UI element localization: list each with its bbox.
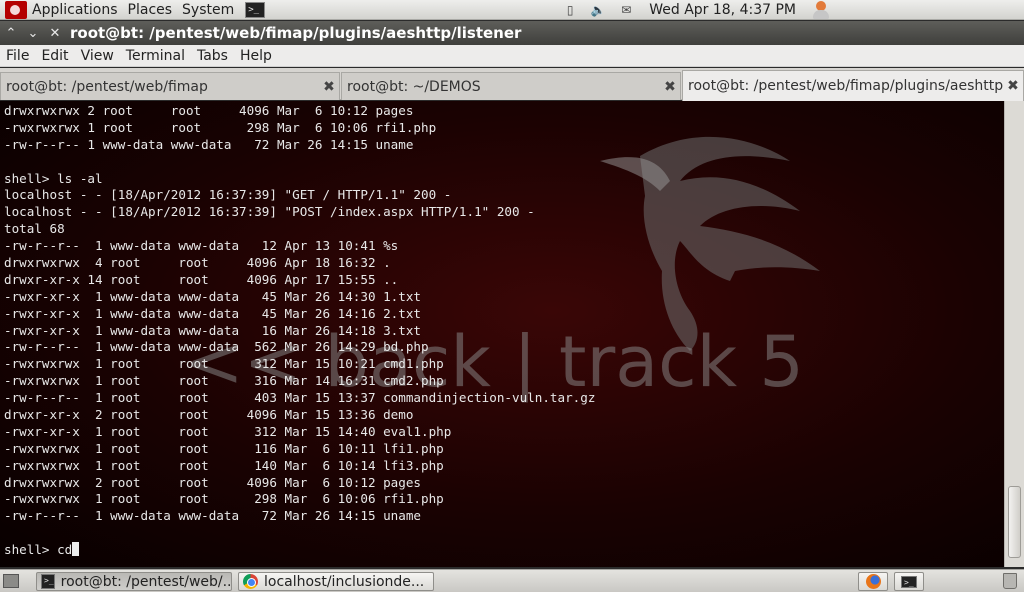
terminal-line: -rwxr-xr-x 1 www-data www-data 16 Mar 26… [4, 322, 422, 338]
terminal-line: -rwxrwxrwx 1 root root 298 Mar 6 10:06 r… [4, 119, 437, 135]
terminal-line: drwxr-xr-x 2 root root 4096 Mar 15 13:36… [4, 407, 414, 423]
terminal-line: -rw-r--r-- 1 root root 403 Mar 15 13:37 … [4, 390, 596, 406]
terminal-line: -rwxrwxrwx 1 root root 316 Mar 14 16:31 … [4, 373, 444, 389]
chevron-down-icon[interactable]: ⌄ [22, 26, 44, 41]
menu-terminal[interactable]: Terminal [120, 48, 191, 64]
terminal-scrollbar[interactable] [1004, 101, 1024, 567]
terminal-line: -rwxr-xr-x 1 root root 312 Mar 15 14:40 … [4, 423, 452, 439]
shell-prompt: shell> cd [4, 542, 73, 558]
top-panel: Applications Places System >_ ▯ 🔈 ✉ Wed … [0, 0, 1024, 20]
menu-view[interactable]: View [75, 48, 120, 64]
tab-fimap[interactable]: root@bt: /pentest/web/fimap ✖ [0, 72, 340, 100]
tab-bar: root@bt: /pentest/web/fimap ✖ root@bt: ~… [0, 68, 1024, 101]
close-icon[interactable]: ✖ [1003, 78, 1023, 94]
scrollbar-thumb[interactable] [1008, 486, 1021, 558]
mail-icon[interactable]: ✉ [615, 0, 637, 20]
terminal-launcher[interactable]: >_ [894, 572, 924, 591]
close-icon[interactable]: ✕ [44, 26, 66, 41]
terminal-line: -rw-r--r-- 1 www-data www-data 12 Apr 13… [4, 238, 399, 254]
browser-icon [243, 574, 258, 589]
terminal-line: -rwxrwxrwx 1 root root 312 Mar 15 10:21 … [4, 356, 444, 372]
terminal-area[interactable]: << back | track 5 drwxrwxrwx 2 root root… [0, 101, 1004, 567]
battery-icon[interactable]: ▯ [559, 0, 581, 20]
terminal-line: drwxrwxrwx 4 root root 4096 Apr 18 16:32… [4, 255, 391, 271]
user-icon[interactable] [810, 0, 834, 20]
terminal-line: localhost - - [18/Apr/2012 16:37:39] "GE… [4, 187, 452, 203]
text-cursor [72, 542, 80, 557]
taskbar-browser[interactable]: localhost/inclusionde... [238, 572, 434, 591]
tab-label: root@bt: /pentest/web/fimap/plugins/aesh… [688, 78, 1003, 94]
terminal-output: drwxrwxrwx 2 root root 4096 Mar 6 10:12 … [4, 103, 1000, 559]
terminal-line: drwxr-xr-x 14 root root 4096 Apr 17 15:5… [4, 271, 399, 287]
menubar: File Edit View Terminal Tabs Help [0, 45, 1024, 67]
backtrack-menu-icon[interactable] [5, 0, 27, 19]
volume-icon[interactable]: 🔈 [587, 0, 609, 20]
terminal-launcher-icon[interactable]: >_ [245, 1, 266, 18]
panel-tray: ▯ 🔈 ✉ Wed Apr 18, 4:37 PM [553, 0, 1024, 20]
terminal-line: -rw-r--r-- 1 www-data www-data 72 Mar 26… [4, 136, 414, 152]
bottom-panel: >_ root@bt: /pentest/web/... localhost/i… [0, 569, 1024, 592]
terminal-icon: >_ [901, 575, 917, 588]
terminal-line: -rwxrwxrwx 1 root root 298 Mar 6 10:06 r… [4, 491, 444, 507]
taskbar-label: localhost/inclusionde... [264, 573, 425, 590]
terminal-line: -rw-r--r-- 1 www-data www-data 72 Mar 26… [4, 508, 422, 524]
terminal-line: shell> ls -al [4, 170, 103, 186]
terminal-line: drwxrwxrwx 2 root root 4096 Mar 6 10:12 … [4, 474, 422, 490]
terminal-line: -rwxr-xr-x 1 www-data www-data 45 Mar 26… [4, 288, 422, 304]
terminal-line: total 68 [4, 221, 65, 237]
window-titlebar: ⌃ ⌄ ✕ root@bt: /pentest/web/fimap/plugin… [0, 21, 1024, 45]
panel-clock[interactable]: Wed Apr 18, 4:37 PM [649, 2, 796, 18]
terminal-line: drwxrwxrwx 2 root root 4096 Mar 6 10:12 … [4, 103, 414, 118]
system-menu[interactable]: System [177, 2, 239, 18]
taskbar-terminal[interactable]: >_ root@bt: /pentest/web/... [36, 572, 232, 591]
trash-icon[interactable] [1003, 573, 1017, 589]
menu-file[interactable]: File [0, 48, 35, 64]
applications-menu[interactable]: Applications [27, 2, 123, 18]
shell-prompt-line[interactable]: shell> cd [4, 542, 1000, 559]
menu-tabs[interactable]: Tabs [191, 48, 234, 64]
terminal-line: -rwxrwxrwx 1 root root 140 Mar 6 10:14 l… [4, 457, 444, 473]
menu-help[interactable]: Help [234, 48, 278, 64]
taskbar-label: root@bt: /pentest/web/... [60, 573, 232, 590]
close-icon[interactable]: ✖ [660, 79, 680, 95]
menu-edit[interactable]: Edit [35, 48, 74, 64]
terminal-line: localhost - - [18/Apr/2012 16:37:39] "PO… [4, 204, 535, 220]
chevron-up-icon[interactable]: ⌃ [0, 26, 22, 41]
firefox-icon [865, 574, 881, 589]
close-icon[interactable]: ✖ [319, 79, 339, 95]
tab-label: root@bt: /pentest/web/fimap [6, 78, 208, 95]
terminal-line: -rw-r--r-- 1 www-data www-data 562 Mar 2… [4, 339, 429, 355]
firefox-launcher[interactable] [858, 572, 888, 591]
show-desktop-icon[interactable] [3, 574, 19, 588]
terminal-line: -rwxrwxrwx 1 root root 116 Mar 6 10:11 l… [4, 440, 444, 456]
terminal-line: -rwxr-xr-x 1 www-data www-data 45 Mar 26… [4, 305, 422, 321]
places-menu[interactable]: Places [123, 2, 178, 18]
terminal-icon: >_ [41, 574, 55, 589]
tab-demos[interactable]: root@bt: ~/DEMOS ✖ [341, 72, 681, 100]
tab-listener[interactable]: root@bt: /pentest/web/fimap/plugins/aesh… [682, 70, 1024, 101]
window-title: root@bt: /pentest/web/fimap/plugins/aesh… [70, 24, 522, 42]
tab-label: root@bt: ~/DEMOS [347, 78, 481, 95]
